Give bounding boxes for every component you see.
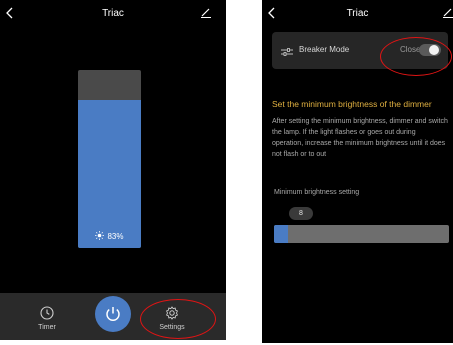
settings-tab[interactable]: Settings	[150, 306, 194, 331]
breaker-mode-toggle[interactable]	[419, 44, 441, 56]
brightness-readout: 83%	[78, 231, 141, 242]
top-bar: Triac	[0, 0, 226, 26]
right-phone-screen: Triac Breaker Mode Close Set the minimum…	[262, 0, 453, 343]
min-brightness-slider[interactable]	[274, 225, 449, 243]
edit-icon[interactable]	[200, 5, 214, 19]
clock-icon	[40, 306, 54, 322]
gear-icon	[165, 306, 179, 322]
breaker-mode-state: Close	[400, 45, 421, 54]
min-brightness-value-badge: 8	[289, 207, 313, 220]
min-brightness-slider-fill	[274, 225, 288, 243]
brightness-slider-fill	[78, 100, 141, 248]
power-button[interactable]	[95, 296, 131, 332]
page-title: Triac	[346, 8, 369, 19]
section-description: After setting the minimum brightness, di…	[272, 118, 448, 158]
toggle-knob	[429, 45, 439, 55]
timer-tab[interactable]: Timer	[30, 306, 64, 331]
left-phone-screen: Triac 83% Timer Settings	[0, 0, 226, 340]
timer-tab-label: Timer	[38, 324, 56, 331]
page-title: Triac	[102, 8, 124, 19]
brightness-percent: 83%	[107, 232, 124, 241]
breaker-mode-row: Breaker Mode Close	[272, 32, 448, 69]
edit-icon[interactable]	[442, 5, 453, 19]
breaker-mode-label: Breaker Mode	[299, 45, 350, 54]
settings-tab-label: Settings	[159, 324, 185, 331]
brightness-slider[interactable]: 83%	[78, 70, 141, 248]
sun-icon	[95, 231, 105, 242]
section-heading: Set the minimum brightness of the dimmer	[272, 99, 432, 109]
top-bar: Triac	[262, 0, 453, 26]
min-brightness-label: Minimum brightness setting	[274, 189, 360, 196]
sliders-icon	[281, 44, 293, 62]
